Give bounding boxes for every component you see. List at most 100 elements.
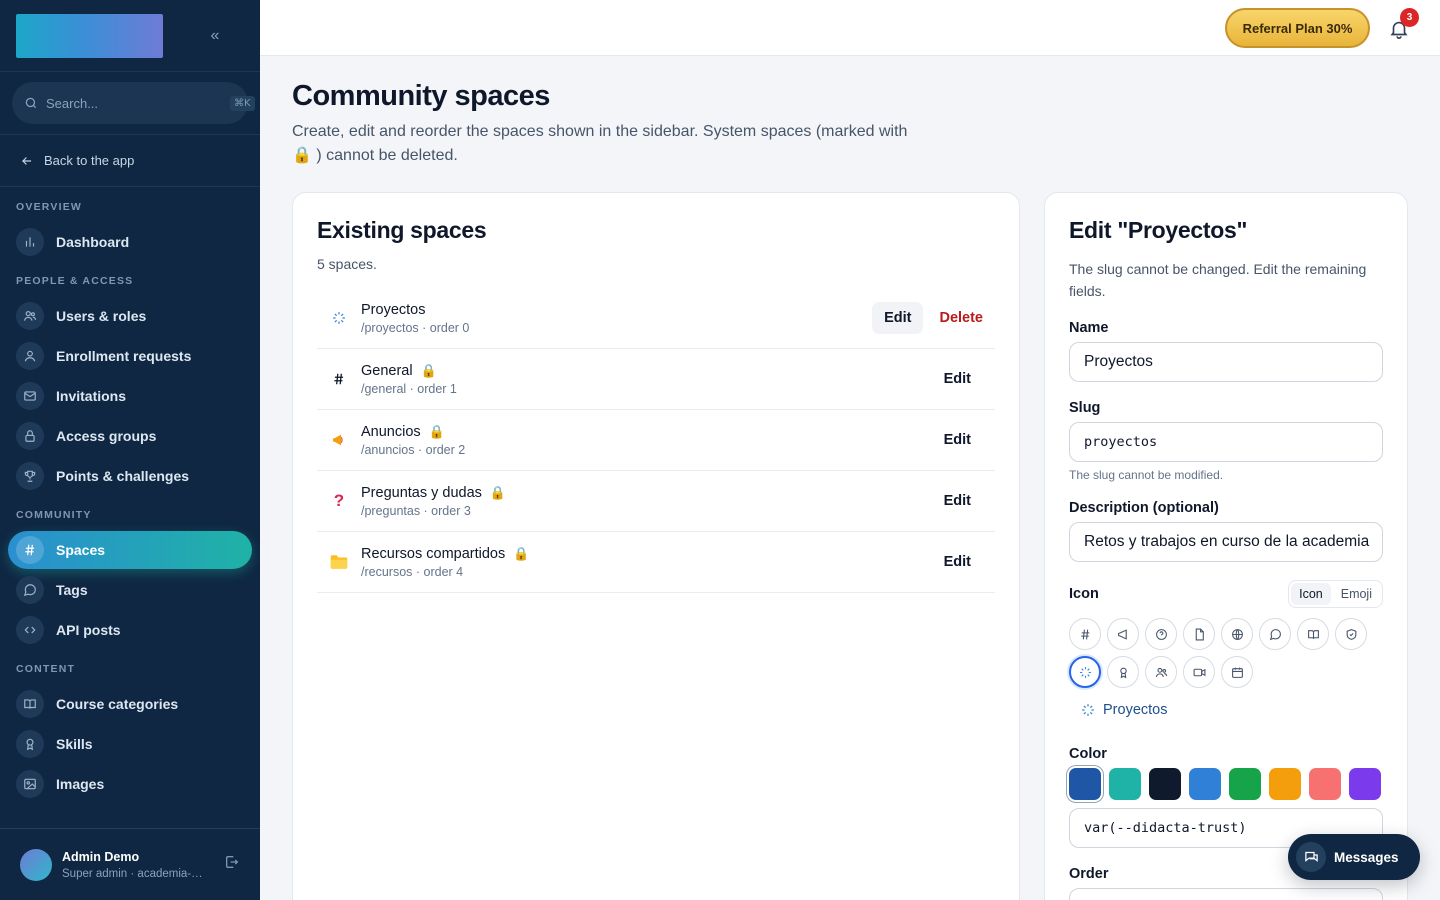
color-swatch[interactable] — [1149, 768, 1181, 800]
delete-space-button[interactable]: Delete — [935, 310, 983, 326]
hash-icon — [323, 372, 355, 386]
description-field[interactable]: Retos y trabajos en curso de la academia — [1069, 522, 1383, 562]
notification-badge: 3 — [1400, 8, 1419, 27]
award-icon — [16, 730, 44, 758]
chat-icon[interactable] — [1259, 618, 1291, 650]
messages-icon — [1296, 842, 1326, 872]
sidebar-item-label: Access groups — [56, 428, 157, 444]
space-row[interactable]: Recursos compartidos 🔒 /recursos · order … — [317, 532, 995, 593]
messages-label: Messages — [1334, 849, 1399, 865]
image-icon — [16, 770, 44, 798]
space-meta: /preguntas · order 3 — [361, 503, 471, 518]
sidebar-item-users[interactable]: Users & roles — [8, 297, 252, 335]
sidebar-item-api-posts[interactable]: API posts — [8, 611, 252, 649]
sidebar-item-invitations[interactable]: Invitations — [8, 377, 252, 415]
collapse-sidebar-icon[interactable]: « — [203, 27, 227, 45]
calendar-icon[interactable] — [1221, 656, 1253, 688]
messages-button[interactable]: Messages — [1288, 834, 1420, 880]
color-swatch[interactable] — [1109, 768, 1141, 800]
globe-icon[interactable] — [1221, 618, 1253, 650]
megaphone-icon[interactable] — [1107, 618, 1139, 650]
edit-space-button[interactable]: Edit — [932, 485, 983, 517]
edit-space-subtitle: The slug cannot be changed. Edit the rem… — [1069, 261, 1367, 299]
icon-label: Icon — [1069, 586, 1099, 602]
mail-icon — [16, 382, 44, 410]
sidebar-item-enrollment[interactable]: Enrollment requests — [8, 337, 252, 375]
space-row[interactable]: Anuncios 🔒 /anuncios · order 2 Edit — [317, 410, 995, 471]
edit-space-button[interactable]: Edit — [932, 424, 983, 456]
sidebar-search-container: ⌘K — [0, 72, 260, 135]
sidebar-item-label: Invitations — [56, 388, 127, 404]
sparkle-icon — [323, 311, 355, 325]
sidebar-item-label: Tags — [56, 582, 88, 598]
sidebar-item-access-groups[interactable]: Access groups — [8, 417, 252, 455]
sidebar-item-label: Dashboard — [56, 234, 130, 250]
app-logo[interactable] — [16, 13, 163, 58]
book-icon[interactable] — [1297, 618, 1329, 650]
edit-space-button[interactable]: Edit — [932, 363, 983, 395]
sidebar-item-images[interactable]: Images — [8, 765, 252, 803]
edit-space-button[interactable]: Edit — [872, 302, 924, 334]
book-open-icon — [16, 690, 44, 718]
name-field[interactable]: Proyectos — [1069, 342, 1383, 382]
question-icon[interactable] — [1145, 618, 1177, 650]
sidebar-item-label: Points & challenges — [56, 468, 190, 484]
award-icon[interactable] — [1107, 656, 1139, 688]
users-icon[interactable] — [1145, 656, 1177, 688]
icon-preview: Proyectos — [1069, 702, 1383, 718]
section-title-community: COMMUNITY — [16, 509, 92, 521]
sidebar-search: ⌘K — [12, 82, 255, 124]
icon-mode-emoji-tab[interactable]: Emoji — [1333, 583, 1380, 605]
sparkle-icon[interactable] — [1069, 656, 1101, 688]
shield-icon[interactable] — [1335, 618, 1367, 650]
back-to-app-link[interactable]: Back to the app — [0, 135, 260, 187]
color-swatch[interactable] — [1069, 768, 1101, 800]
order-field[interactable]: 0 — [1069, 888, 1383, 900]
lock-emoji-icon: 🔒 — [489, 484, 507, 500]
code-icon — [16, 616, 44, 644]
color-swatch[interactable] — [1349, 768, 1381, 800]
sidebar-item-dashboard[interactable]: Dashboard — [8, 223, 252, 261]
trophy-icon — [16, 462, 44, 490]
lock-icon — [16, 422, 44, 450]
space-meta: /proyectos · order 0 — [361, 320, 470, 335]
sidebar-search-input[interactable] — [46, 95, 222, 111]
sidebar-item-label: API posts — [56, 622, 121, 638]
arrow-left-icon — [22, 156, 32, 165]
name-label: Name — [1069, 320, 1109, 336]
space-meta: /anuncios · order 2 — [361, 442, 466, 457]
color-swatch[interactable] — [1189, 768, 1221, 800]
page-subtitle-text: Create, edit and reorder the spaces show… — [292, 123, 908, 140]
edit-space-button[interactable]: Edit — [932, 546, 983, 578]
logout-icon[interactable] — [224, 854, 240, 875]
color-swatch[interactable] — [1269, 768, 1301, 800]
icon-mode-icon-tab[interactable]: Icon — [1291, 583, 1331, 605]
users-icon — [16, 302, 44, 330]
video-icon[interactable] — [1183, 656, 1215, 688]
sidebar-item-tags[interactable]: Tags — [8, 571, 252, 609]
page-subtitle: Create, edit and reorder the spaces show… — [292, 120, 972, 168]
space-row[interactable]: General 🔒 /general · order 1 Edit — [317, 349, 995, 410]
hash-icon[interactable] — [1069, 618, 1101, 650]
referral-plan-button[interactable]: Referral Plan 30% — [1225, 8, 1370, 48]
hash-icon — [16, 536, 44, 564]
bar-chart-icon — [16, 228, 44, 256]
sidebar-item-label: Spaces — [56, 542, 106, 558]
color-swatch[interactable] — [1309, 768, 1341, 800]
sidebar-item-label: Images — [56, 776, 105, 792]
space-row[interactable]: ? Preguntas y dudas 🔒 /preguntas · order … — [317, 471, 995, 532]
sidebar-item-label: Users & roles — [56, 308, 147, 324]
document-icon[interactable] — [1183, 618, 1215, 650]
lock-emoji-icon: 🔒 — [420, 362, 437, 378]
sidebar-item-skills[interactable]: Skills — [8, 725, 252, 763]
color-swatch[interactable] — [1229, 768, 1261, 800]
sidebar-item-points[interactable]: Points & challenges — [8, 457, 252, 495]
sidebar-item-spaces[interactable]: Spaces — [8, 531, 252, 569]
lock-emoji-icon: 🔒 — [428, 423, 445, 439]
avatar[interactable] — [20, 848, 52, 881]
space-row[interactable]: Proyectos /proyectos · order 0 Edit Dele… — [317, 288, 995, 349]
sidebar-item-course-categories[interactable]: Course categories — [8, 685, 252, 723]
edit-space-card: Edit "Proyectos" The slug cannot be chan… — [1044, 192, 1408, 900]
user-footer: Admin Demo Super admin · academia-demo — [0, 828, 260, 900]
sidebar-item-label: Course categories — [56, 696, 179, 712]
